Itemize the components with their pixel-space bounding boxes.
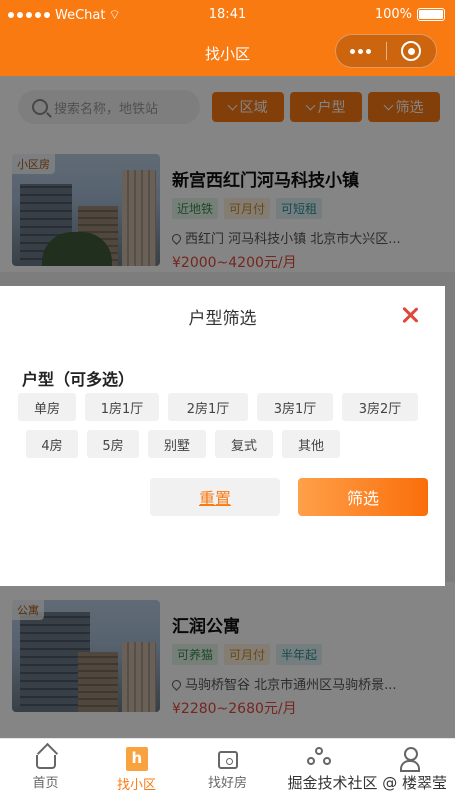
section-label: 户型（可多选） xyxy=(22,370,135,389)
status-bar: WeChat ⌔ 18:41 100% xyxy=(0,0,455,30)
battery-label: 100% xyxy=(374,7,412,22)
layout-option[interactable]: 4房 xyxy=(26,430,78,458)
layout-option[interactable]: 5房 xyxy=(87,430,139,458)
nav-bar: 找小区 xyxy=(0,30,455,76)
layout-options-row: 单房 1房1厅 2房1厅 3房1厅 3房2厅 xyxy=(18,393,418,421)
close-icon[interactable] xyxy=(401,306,419,324)
layout-option[interactable]: 复式 xyxy=(215,430,273,458)
layout-option[interactable]: 别墅 xyxy=(148,430,206,458)
home-icon xyxy=(35,755,56,769)
tab-find-community[interactable]: 找小区 xyxy=(91,739,182,807)
house-icon xyxy=(217,751,238,769)
battery-icon xyxy=(417,8,445,21)
layout-filter-sheet: 户型筛选 户型（可多选） 单房 1房1厅 2房1厅 3房1厅 3房2厅 4房 5… xyxy=(0,286,445,586)
sheet-title: 户型筛选 xyxy=(188,309,257,329)
layout-option[interactable]: 其他 xyxy=(282,430,340,458)
battery-info: 100% xyxy=(375,7,445,22)
tab-home[interactable]: 首页 xyxy=(0,739,91,807)
more-icon[interactable] xyxy=(336,34,386,68)
layout-option[interactable]: 单房 xyxy=(18,393,76,421)
layout-options-row: 4房 5房 别墅 复式 其他 xyxy=(26,430,340,458)
watermark: 掘金技术社区 @ 楼翠莹 xyxy=(287,774,447,792)
target-icon xyxy=(401,41,422,61)
tab-label: 首页 xyxy=(32,776,59,791)
community-icon xyxy=(306,747,331,771)
confirm-filter-button[interactable]: 筛选 xyxy=(298,478,428,516)
layout-option[interactable]: 3房2厅 xyxy=(342,393,418,421)
building-icon xyxy=(125,747,148,771)
layout-option[interactable]: 3房1厅 xyxy=(257,393,333,421)
tab-find-house[interactable]: 找好房 xyxy=(182,739,273,807)
mini-program-capsule xyxy=(335,34,437,68)
tab-label: 找小区 xyxy=(116,778,156,793)
user-icon xyxy=(399,747,420,772)
tab-label: 找好房 xyxy=(207,776,247,791)
layout-option[interactable]: 1房1厅 xyxy=(85,393,159,421)
reset-button[interactable]: 重置 xyxy=(150,478,280,516)
layout-option[interactable]: 2房1厅 xyxy=(168,393,248,421)
close-mini-program-button[interactable] xyxy=(386,41,436,61)
